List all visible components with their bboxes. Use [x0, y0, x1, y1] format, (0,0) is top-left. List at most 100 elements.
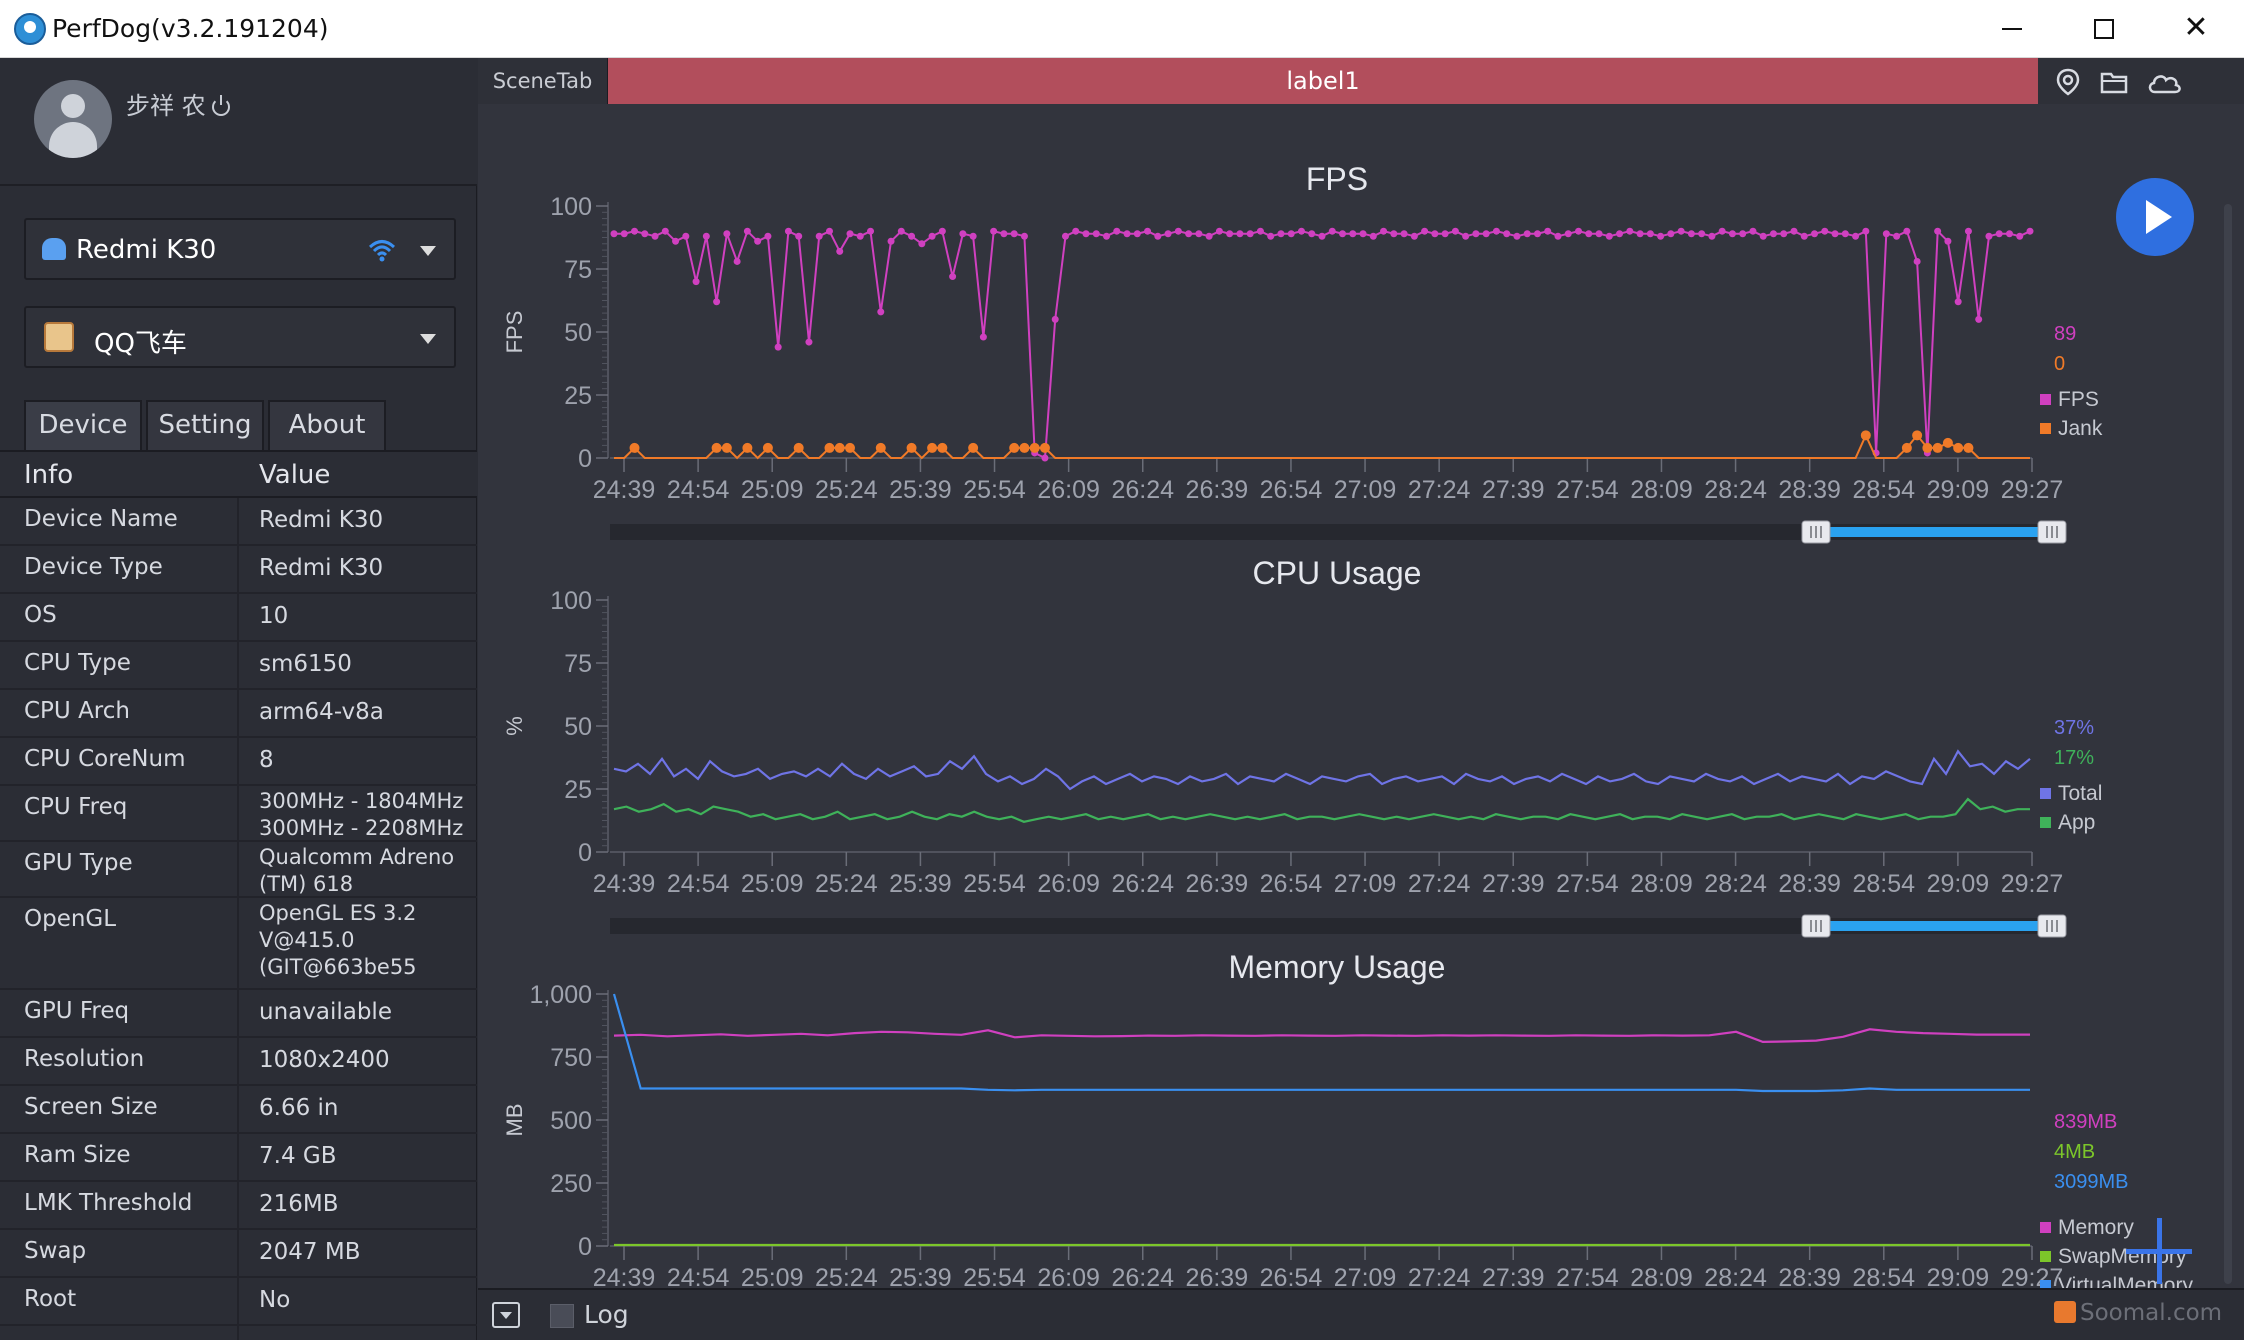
app-selector-value: QQ飞车 — [94, 329, 187, 359]
info-key: Device Name — [24, 506, 178, 532]
fps-series-fps-point — [1616, 230, 1624, 238]
memory-x-tick-label: 27:09 — [1334, 1264, 1397, 1288]
table-row: Swap 2047 MB — [0, 1230, 477, 1278]
fps-series-fps-point — [1297, 227, 1305, 235]
fps-series-fps-point — [702, 232, 710, 240]
avatar[interactable] — [34, 80, 112, 158]
cpu-legend-item[interactable]: Total — [2058, 782, 2102, 805]
fps-series-fps-point — [672, 237, 680, 245]
info-value: 216MB — [259, 1191, 339, 1217]
fps-series-fps-point — [1072, 227, 1080, 235]
fps-series-fps-point — [1985, 232, 1993, 240]
fps-x-tick-label: 27:24 — [1408, 476, 1471, 504]
cpu-x-tick-label: 27:09 — [1334, 870, 1397, 898]
avatar-body-icon — [49, 122, 97, 158]
fps-series-fps-point — [774, 343, 782, 351]
tab-setting[interactable]: Setting — [146, 400, 264, 450]
performance-charts: FPS FPS 0 25 50 75 100 24:39 24:54 25:09 25:24 25:3… — [502, 161, 2193, 1288]
app-selector[interactable]: QQ飞车 — [24, 306, 456, 368]
log-checkbox[interactable] — [550, 1304, 574, 1328]
cpu-x-tick-label: 29:09 — [1927, 870, 1990, 898]
fps-series-fps-point — [1421, 227, 1429, 235]
fps-series-fps-point — [1575, 227, 1583, 235]
fps-x-tick-label: 29:09 — [1927, 476, 1990, 504]
info-value: 10 — [259, 603, 289, 629]
fps-series-fps-point — [1051, 315, 1059, 323]
logout-power-icon[interactable] — [211, 95, 230, 116]
fps-x-tick-label: 29:27 — [2001, 476, 2064, 504]
cpu-chart-title: CPU Usage — [1253, 555, 1422, 591]
scrollbar-track[interactable] — [2224, 204, 2232, 1284]
fps-y-tick-label: 25 — [564, 382, 592, 410]
fps-series-jank-point — [824, 442, 835, 453]
memory-x-tick-label: 29:27 — [2001, 1264, 2064, 1288]
cpu-range-selection[interactable] — [1816, 921, 2052, 931]
fps-series-fps-point — [877, 308, 885, 316]
vertical-scrollbar[interactable] — [2218, 184, 2238, 1304]
fps-series-fps-point — [661, 227, 669, 235]
folder-icon[interactable] — [2100, 68, 2128, 96]
tab-device[interactable]: Device — [24, 400, 142, 450]
fps-series-jank-point — [834, 442, 845, 453]
maximize-button[interactable] — [2058, 0, 2150, 58]
cpu-legend-item[interactable]: App — [2058, 811, 2095, 834]
fps-legend-item[interactable]: FPS — [2058, 388, 2099, 411]
fps-series-fps-point — [1482, 230, 1490, 238]
main-panel: SceneTab label1 FPS FPS 0 25 50 75 100 24:39 24:… — [478, 58, 2244, 1340]
close-button[interactable]: ✕ — [2150, 0, 2242, 58]
fps-legend-item[interactable]: Jank — [2058, 417, 2103, 440]
location-pin-icon[interactable] — [2054, 68, 2082, 96]
fps-series-fps-point — [1267, 232, 1275, 240]
info-value: 7.4 GB — [259, 1143, 337, 1169]
fps-series-fps-point — [1256, 227, 1264, 235]
fps-series-fps-point — [1503, 230, 1511, 238]
tab-about[interactable]: About — [268, 400, 386, 450]
fps-series-fps-point — [1657, 232, 1665, 240]
scene-label-bar[interactable]: label1 — [608, 58, 2038, 104]
table-row: LMK Threshold 216MB — [0, 1182, 477, 1230]
table-row: Root No — [0, 1278, 477, 1326]
memory-x-tick-label: 29:09 — [1927, 1264, 1990, 1288]
fps-series-jank-point — [742, 442, 753, 453]
column-header-info: Info — [24, 460, 74, 490]
fps-series-fps-point — [1831, 230, 1839, 238]
fps-range-selection[interactable] — [1816, 527, 2052, 537]
expand-log-button[interactable] — [492, 1302, 520, 1328]
memory-x-tick-label: 26:54 — [1260, 1264, 1323, 1288]
cpu-x-tick-label: 26:54 — [1260, 870, 1323, 898]
fps-series-fps-point — [949, 273, 957, 281]
memory-legend-item[interactable]: Memory — [2058, 1216, 2134, 1239]
fps-x-tick-label: 25:54 — [963, 476, 1026, 504]
watermark-logo-icon — [2054, 1301, 2076, 1323]
play-button[interactable] — [2116, 178, 2194, 256]
info-key: LMK Threshold — [24, 1190, 193, 1216]
fps-series-fps-point — [1646, 230, 1654, 238]
fps-series-fps-point — [1318, 232, 1326, 240]
memory-y-tick-label: 500 — [550, 1107, 592, 1135]
device-selector[interactable]: Redmi K30 — [24, 218, 456, 280]
cpu-series-total-line — [613, 749, 2031, 791]
fps-series-fps-point — [1277, 230, 1285, 238]
fps-series-fps-line — [614, 228, 2031, 460]
fps-series-fps-point — [682, 232, 690, 240]
cpu-x-tick-label: 28:09 — [1630, 870, 1693, 898]
fps-series-fps-point — [805, 338, 813, 346]
fps-series-fps-point — [733, 257, 741, 265]
fps-series-fps-point — [1564, 230, 1572, 238]
add-chart-button[interactable] — [2124, 1216, 2194, 1286]
close-icon: ✕ — [2183, 10, 2209, 45]
fps-series-fps-point — [631, 227, 639, 235]
fps-series-fps-point — [1092, 230, 1100, 238]
fps-series-fps-point — [1780, 230, 1788, 238]
info-value: unavailable — [259, 999, 392, 1025]
cloud-icon[interactable] — [2146, 68, 2182, 96]
avatar-head-icon — [61, 94, 85, 118]
table-row: CPU Freq 300MHz - 1804MHz 300MHz - 2208MH… — [0, 786, 477, 842]
scene-tab[interactable]: SceneTab — [478, 58, 608, 104]
minimize-button[interactable] — [1966, 0, 2058, 58]
memory-legend-swatch — [2040, 1222, 2051, 1233]
cpu-legend-swatch — [2040, 817, 2051, 828]
fps-series-fps-point — [1585, 230, 1593, 238]
memory-y-tick-label: 750 — [550, 1044, 592, 1072]
fps-series-fps-point — [1687, 230, 1695, 238]
